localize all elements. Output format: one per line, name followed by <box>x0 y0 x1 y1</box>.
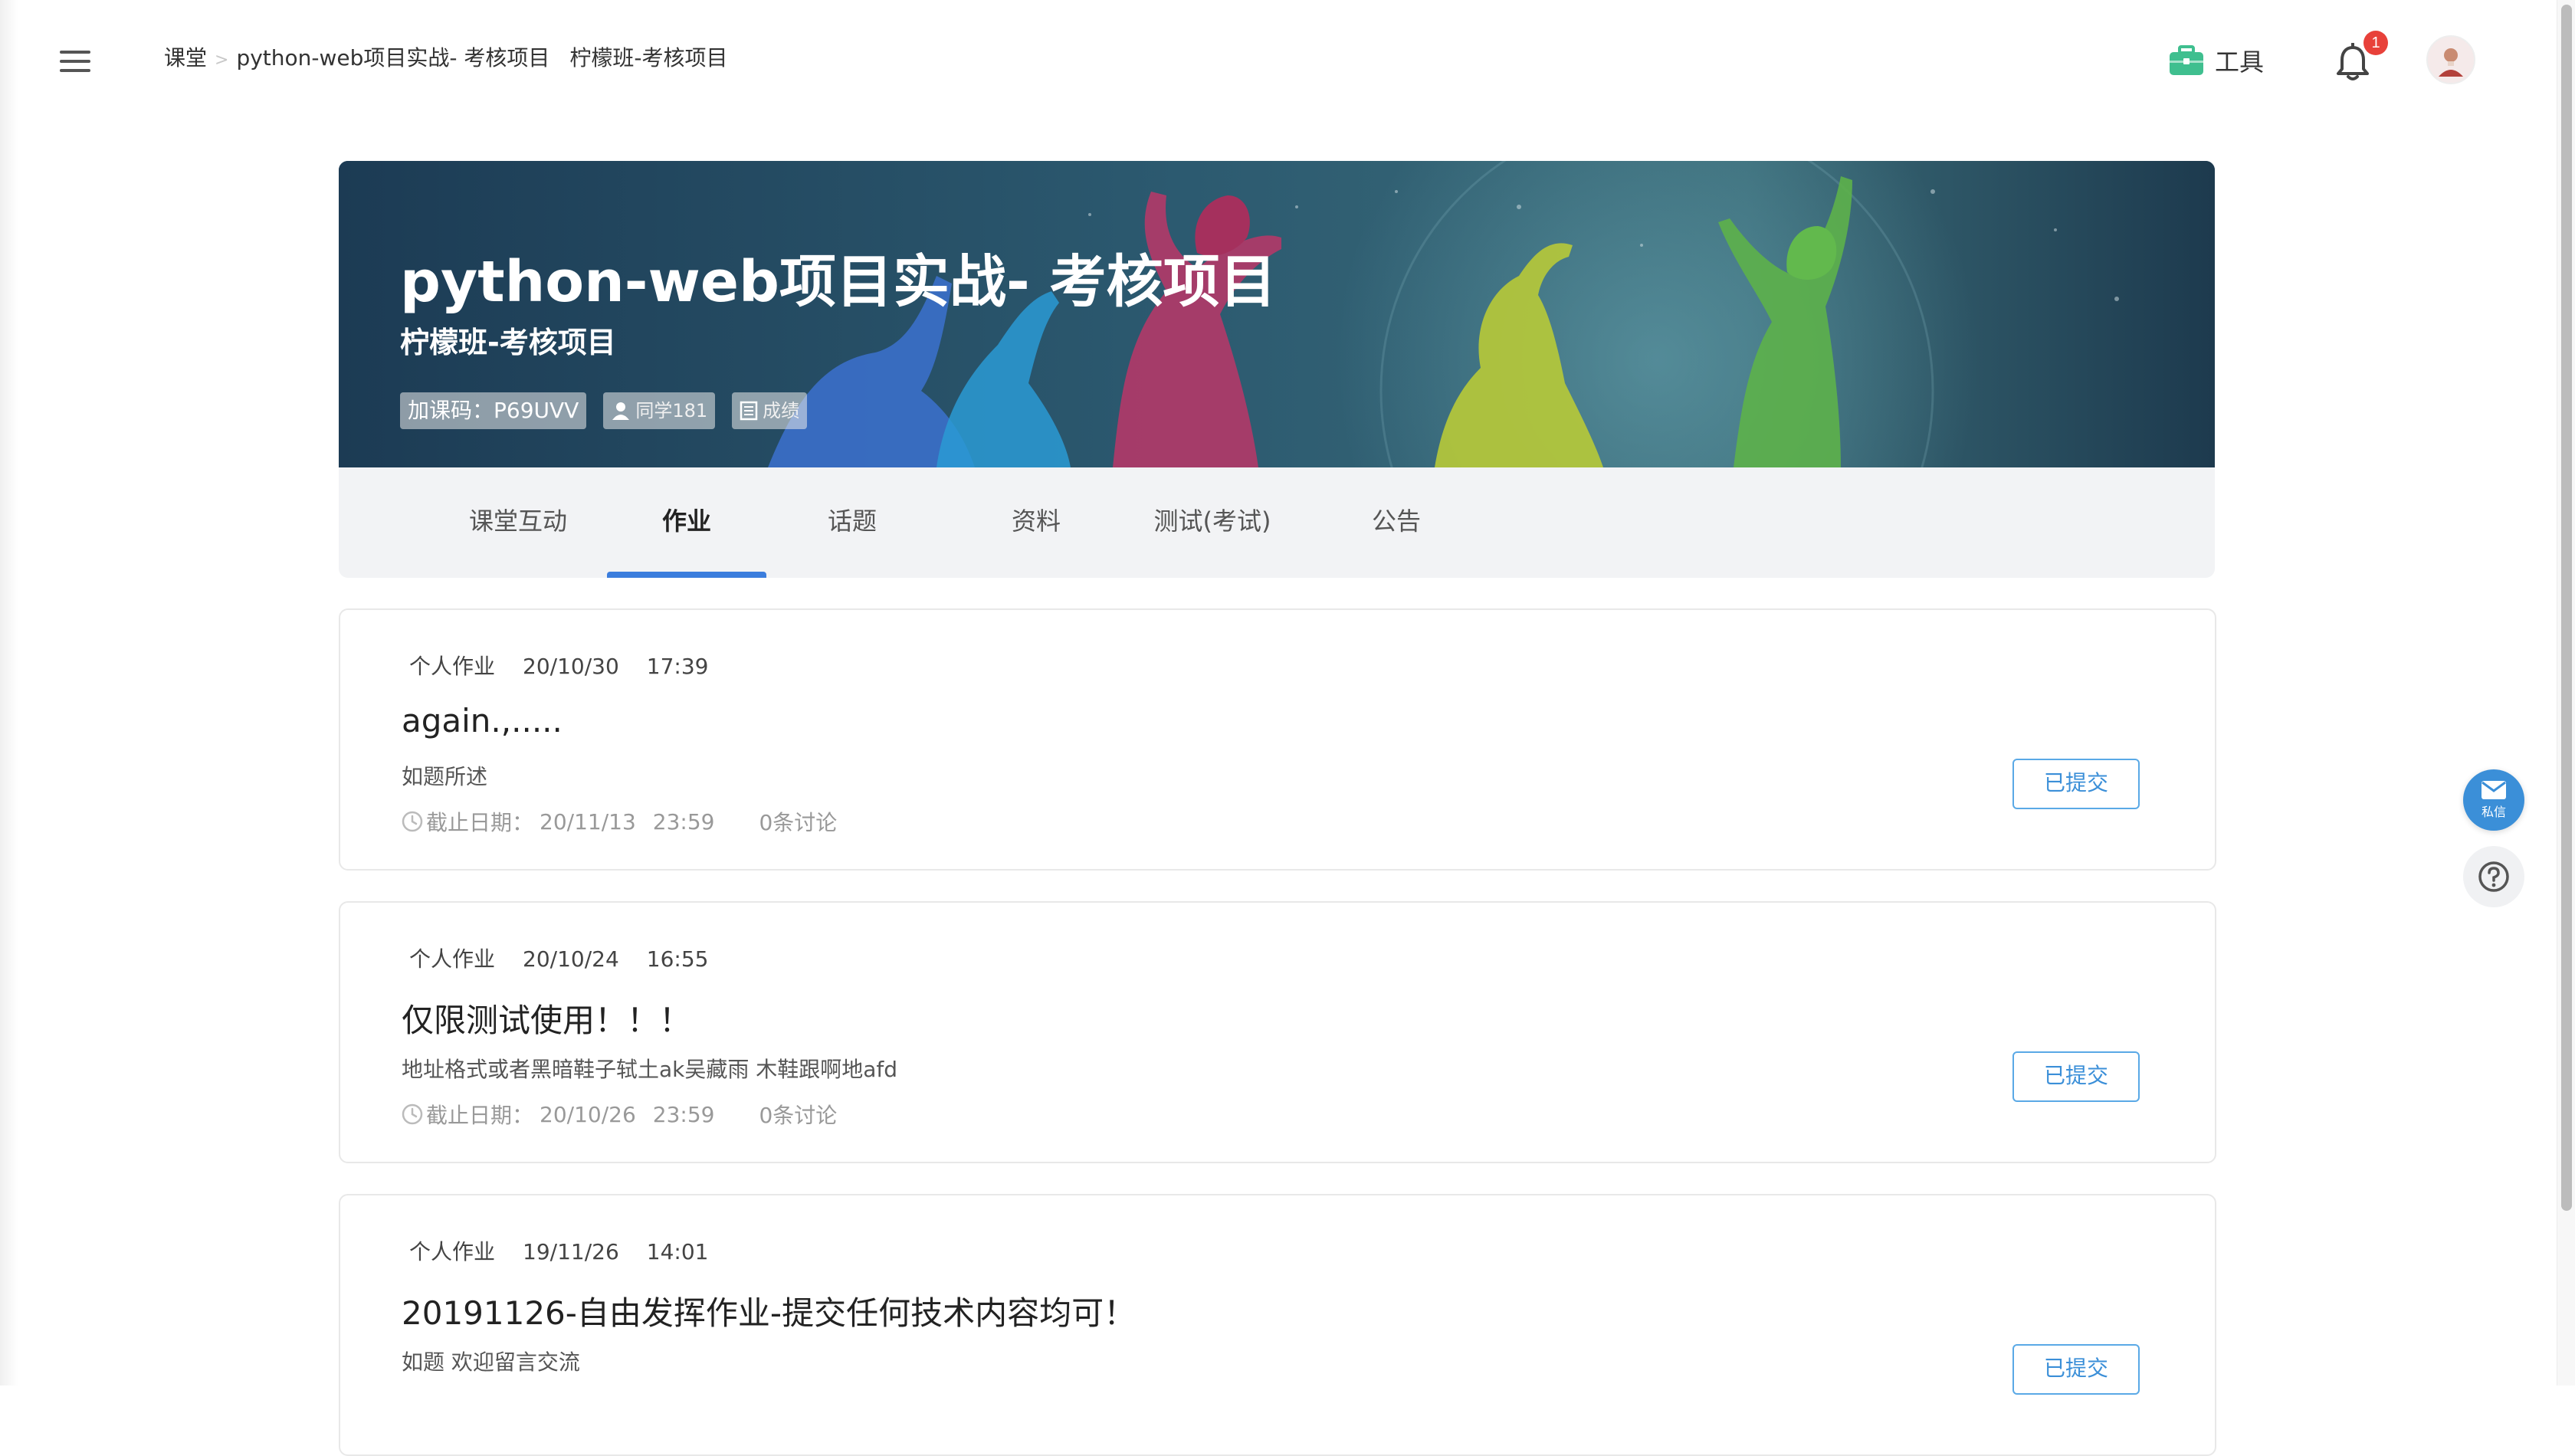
help-button[interactable] <box>2463 846 2524 907</box>
assignment-title[interactable]: again.,..... <box>402 702 563 739</box>
private-message-label: 私信 <box>2481 805 2506 819</box>
deadline-time: 23:59 <box>652 1101 715 1127</box>
submitted-button[interactable]: 已提交 <box>2012 1344 2140 1395</box>
tab-tests[interactable]: 测试(考试) <box>1136 467 1289 578</box>
discussion-count[interactable]: 0条讨论 <box>759 1099 837 1130</box>
deadline-time: 23:59 <box>652 808 715 835</box>
breadcrumb-separator: > <box>215 51 229 70</box>
breadcrumb: 课堂 > python-web项目实战- 考核项目 柠檬班-考核项目 <box>164 41 728 72</box>
notification-badge: 1 <box>2363 31 2388 55</box>
submitted-button[interactable]: 已提交 <box>2012 1051 2140 1102</box>
tab-announcements[interactable]: 公告 <box>1358 467 1435 578</box>
assignment-date: 20/10/30 <box>523 654 619 679</box>
breadcrumb-course[interactable]: python-web项目实战- 考核项目 <box>236 45 549 71</box>
breadcrumb-root[interactable]: 课堂 <box>164 45 207 71</box>
course-tabs: 课堂互动 作业 话题 资料 测试(考试) 公告 <box>339 467 2215 578</box>
grades-label: 成绩 <box>763 400 800 421</box>
document-icon <box>740 401 758 421</box>
assignment-meta: 个人作业 19/11/26 14:01 <box>409 1235 736 1266</box>
assignment-card[interactable]: 个人作业 20/10/24 16:55 仅限测试使用！！！ 地址格式或者黑暗鞋子轼土… <box>339 901 2216 1163</box>
avatar-image <box>2428 37 2474 83</box>
tools-button[interactable]: 工具 <box>2169 43 2264 78</box>
tab-homework[interactable]: 作业 <box>607 467 766 578</box>
assignment-card[interactable]: 个人作业 19/11/26 14:01 20191126-自由发挥作业-提交任何技术… <box>339 1194 2216 1456</box>
clock-icon <box>402 811 423 832</box>
deadline-date: 20/11/13 <box>540 808 636 835</box>
deadline-label: 截止日期： <box>426 810 534 835</box>
assignment-title[interactable]: 仅限测试使用！！！ <box>402 995 691 1041</box>
assignment-date: 20/10/24 <box>523 946 619 972</box>
assignment-description: 如题 欢迎留言交流 <box>402 1349 580 1375</box>
assignment-meta: 个人作业 20/10/24 16:55 <box>409 943 736 973</box>
private-message-button[interactable]: 私信 <box>2463 769 2524 831</box>
assignment-time: 14:01 <box>646 1239 709 1264</box>
tab-classroom-interaction[interactable]: 课堂互动 <box>443 467 593 578</box>
assignment-description: 地址格式或者黑暗鞋子轼土ak吴藏雨 木鞋跟啊地afd <box>402 1057 898 1082</box>
banner-chips: 加课码：P69UVV 同学181 成绩 <box>400 392 808 429</box>
grades-chip[interactable]: 成绩 <box>732 392 808 429</box>
assignment-title[interactable]: 20191126-自由发挥作业-提交任何技术内容均可！ <box>402 1287 1136 1334</box>
students-chip[interactable]: 同学181 <box>603 392 716 429</box>
assignment-time: 17:39 <box>646 654 709 679</box>
join-code-text: 加课码：P69UVV <box>408 398 579 423</box>
assignment-meta: 个人作业 20/10/30 17:39 <box>409 650 736 680</box>
assignment-type: 个人作业 <box>409 1239 496 1264</box>
tab-topics[interactable]: 话题 <box>806 467 898 578</box>
envelope-icon <box>2482 781 2506 799</box>
menu-icon[interactable] <box>60 51 90 74</box>
course-banner: python-web项目实战- 考核项目 柠檬班-考核项目 加课码：P69UVV… <box>339 161 2215 467</box>
class-name: 柠檬班-考核项目 <box>400 326 616 359</box>
join-code-chip[interactable]: 加课码：P69UVV <box>400 392 587 429</box>
page-left-shadow <box>0 0 18 1385</box>
assignment-date: 19/11/26 <box>523 1239 619 1264</box>
page-scrollbar[interactable] <box>2557 0 2575 1385</box>
assignment-type: 个人作业 <box>409 654 496 679</box>
assignment-description: 如题所述 <box>402 764 488 789</box>
user-icon <box>612 402 630 420</box>
assignment-time: 16:55 <box>646 946 709 972</box>
breadcrumb-current: 柠檬班-考核项目 <box>569 45 728 71</box>
discussion-count[interactable]: 0条讨论 <box>759 806 837 837</box>
tab-materials[interactable]: 资料 <box>990 467 1082 578</box>
assignment-footer: 截止日期： 20/11/13 23:59 0条讨论 <box>402 806 837 837</box>
deadline-date: 20/10/26 <box>540 1101 636 1127</box>
toolbox-icon <box>2170 45 2203 75</box>
course-title: python-web项目实战- 考核项目 <box>400 249 1277 315</box>
clock-icon <box>402 1103 423 1125</box>
students-count: 同学181 <box>635 400 708 421</box>
scrollbar-thumb[interactable] <box>2561 5 2572 1211</box>
notification-button[interactable]: 1 <box>2334 31 2388 83</box>
assignment-type: 个人作业 <box>409 946 496 972</box>
user-avatar[interactable] <box>2426 35 2475 84</box>
deadline-label: 截止日期： <box>426 1103 534 1128</box>
assignment-card[interactable]: 个人作业 20/10/30 17:39 again.,..... 如题所述 截止日期… <box>339 608 2216 871</box>
question-icon <box>2478 861 2509 892</box>
tools-label: 工具 <box>2215 48 2265 77</box>
submitted-button[interactable]: 已提交 <box>2012 759 2140 809</box>
assignment-footer: 截止日期： 20/10/26 23:59 0条讨论 <box>402 1099 837 1130</box>
